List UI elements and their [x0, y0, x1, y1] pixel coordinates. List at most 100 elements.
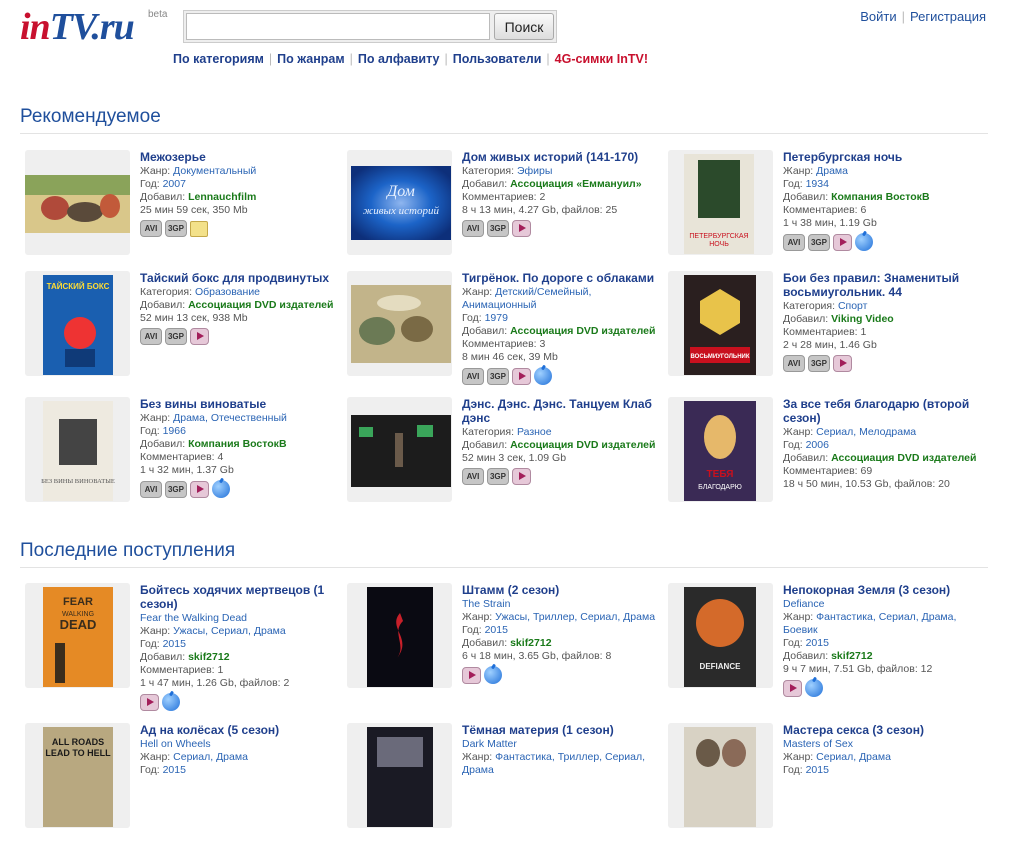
video-thumbnail[interactable]: ALL ROADS LEAD TO HELL [25, 723, 130, 828]
3gp-icon[interactable]: 3GP [808, 355, 830, 372]
uploader-link[interactable]: Viking Video [831, 313, 894, 325]
video-thumbnail[interactable] [668, 723, 773, 828]
apple-icon[interactable] [855, 233, 873, 251]
meta-value[interactable]: Разное [517, 426, 552, 438]
meta-value[interactable]: 2015 [806, 637, 829, 649]
3gp-icon[interactable]: 3GP [487, 468, 509, 485]
video-title[interactable]: Петербургская ночь [783, 150, 983, 164]
uploader-link[interactable]: skif2712 [831, 650, 872, 662]
video-thumbnail[interactable] [347, 583, 452, 688]
nav-alphabetical[interactable]: По алфавиту [358, 52, 440, 66]
video-thumbnail[interactable]: DEFIANCE [668, 583, 773, 688]
meta-value[interactable]: Ужасы, Триллер, Сериал, Драма [495, 611, 655, 623]
play-icon[interactable] [462, 666, 481, 684]
video-title[interactable]: Межозерье [140, 150, 340, 164]
3gp-icon[interactable]: 3GP [487, 220, 509, 237]
login-link[interactable]: Войти [860, 9, 896, 24]
uploader-link[interactable]: Ассоциация DVD издателей [510, 439, 655, 451]
video-title[interactable]: За все тебя благодарю (второй сезон) [783, 397, 983, 425]
meta-value[interactable]: 1979 [485, 312, 508, 324]
video-title[interactable]: Ад на колёсах (5 сезон) [140, 723, 340, 737]
play-icon[interactable] [512, 220, 531, 237]
meta-value[interactable]: Сериал, Мелодрама [816, 426, 916, 438]
play-icon[interactable] [140, 693, 159, 711]
avi-icon[interactable]: AVI [783, 355, 805, 372]
apple-icon[interactable] [212, 480, 230, 498]
meta-value[interactable]: 1966 [163, 425, 186, 437]
3gp-icon[interactable]: 3GP [808, 233, 830, 251]
video-title[interactable]: Непокорная Земля (3 сезон) [783, 583, 983, 597]
video-title[interactable]: Мастера секса (3 сезон) [783, 723, 983, 737]
uploader-link[interactable]: Компания ВостокВ [188, 438, 286, 450]
avi-icon[interactable]: AVI [462, 220, 484, 237]
uploader-link[interactable]: skif2712 [510, 637, 551, 649]
uploader-link[interactable]: Ассоциация «Еммануил» [510, 178, 641, 190]
3gp-icon[interactable]: 3GP [165, 328, 187, 345]
avi-icon[interactable]: AVI [140, 480, 162, 498]
meta-value[interactable]: Сериал, Драма [816, 751, 891, 763]
meta-value[interactable]: Документальный [173, 165, 256, 177]
video-thumbnail[interactable] [347, 397, 452, 502]
video-thumbnail[interactable]: БЕЗ ВИНЫ ВИНОВАТЫЕ [25, 397, 130, 502]
video-thumbnail[interactable] [347, 271, 452, 376]
video-title[interactable]: Штамм (2 сезон) [462, 583, 662, 597]
play-icon[interactable] [512, 468, 531, 485]
nav-users[interactable]: Пользователи [453, 52, 542, 66]
uploader-link[interactable]: Компания ВостокВ [831, 191, 929, 203]
meta-value[interactable]: Образование [195, 286, 260, 298]
video-title[interactable]: Тигрёнок. По дороге с облаками [462, 271, 662, 285]
meta-value[interactable]: Драма, Отечественный [173, 412, 287, 424]
video-thumbnail[interactable]: ТЕБЯ БЛАГОДАРЮ [668, 397, 773, 502]
apple-icon[interactable] [534, 367, 552, 385]
subtitles-icon[interactable] [190, 220, 208, 237]
meta-value[interactable]: 2015 [806, 764, 829, 776]
video-thumbnail[interactable]: ПЕТЕРБУРГСКАЯ НОЧЬ [668, 150, 773, 255]
play-icon[interactable] [512, 367, 531, 385]
avi-icon[interactable]: AVI [462, 468, 484, 485]
play-icon[interactable] [833, 355, 852, 372]
meta-value[interactable]: 2007 [163, 178, 186, 190]
play-icon[interactable] [190, 480, 209, 498]
meta-value[interactable]: Драма [816, 165, 848, 177]
site-logo[interactable]: inTV.ru beta [20, 6, 180, 48]
play-icon[interactable] [783, 679, 802, 697]
apple-icon[interactable] [805, 679, 823, 697]
avi-icon[interactable]: AVI [140, 328, 162, 345]
nav-by-genre[interactable]: По жанрам [277, 52, 344, 66]
nav-by-category[interactable]: По категориям [173, 52, 264, 66]
uploader-link[interactable]: Ассоциация DVD издателей [188, 299, 333, 311]
video-title[interactable]: Тёмная материя (1 сезон) [462, 723, 662, 737]
3gp-icon[interactable]: 3GP [165, 480, 187, 498]
apple-icon[interactable] [162, 693, 180, 711]
register-link[interactable]: Регистрация [910, 9, 986, 24]
play-icon[interactable] [833, 233, 852, 251]
video-title[interactable]: Бойтесь ходячих мертвецов (1 сезон) [140, 583, 340, 611]
avi-icon[interactable]: AVI [462, 367, 484, 385]
uploader-link[interactable]: Ассоциация DVD издателей [510, 325, 655, 337]
video-thumbnail[interactable]: ТАЙСКИЙ БОКС [25, 271, 130, 376]
3gp-icon[interactable]: 3GP [487, 367, 509, 385]
video-title[interactable]: Тайский бокс для продвинутых [140, 271, 340, 285]
meta-value[interactable]: 2015 [163, 764, 186, 776]
meta-value[interactable]: Сериал, Драма [173, 751, 248, 763]
video-thumbnail[interactable] [25, 150, 130, 255]
3gp-icon[interactable]: 3GP [165, 220, 187, 237]
uploader-link[interactable]: Ассоциация DVD издателей [831, 452, 976, 464]
search-button[interactable]: Поиск [494, 13, 554, 40]
nav-4g-sim-promo[interactable]: 4G-симки InTV! [555, 52, 648, 66]
meta-value[interactable]: Ужасы, Сериал, Драма [173, 625, 286, 637]
video-title[interactable]: Без вины виноватые [140, 397, 340, 411]
uploader-link[interactable]: Lennauchfilm [188, 191, 256, 203]
avi-icon[interactable]: AVI [140, 220, 162, 237]
video-thumbnail[interactable] [347, 723, 452, 828]
video-thumbnail[interactable]: ВОСЬМИУГОЛЬНИК [668, 271, 773, 376]
video-thumbnail[interactable]: Дом живых историй [347, 150, 452, 255]
uploader-link[interactable]: skif2712 [188, 651, 229, 663]
play-icon[interactable] [190, 328, 209, 345]
search-input[interactable] [186, 13, 490, 40]
meta-value[interactable]: 2015 [163, 638, 186, 650]
apple-icon[interactable] [484, 666, 502, 684]
video-title[interactable]: Дэнс. Дэнс. Дэнс. Танцуем Клаб дэнс [462, 397, 662, 425]
meta-value[interactable]: 2015 [485, 624, 508, 636]
video-thumbnail[interactable]: FEAR WALKING DEAD [25, 583, 130, 688]
